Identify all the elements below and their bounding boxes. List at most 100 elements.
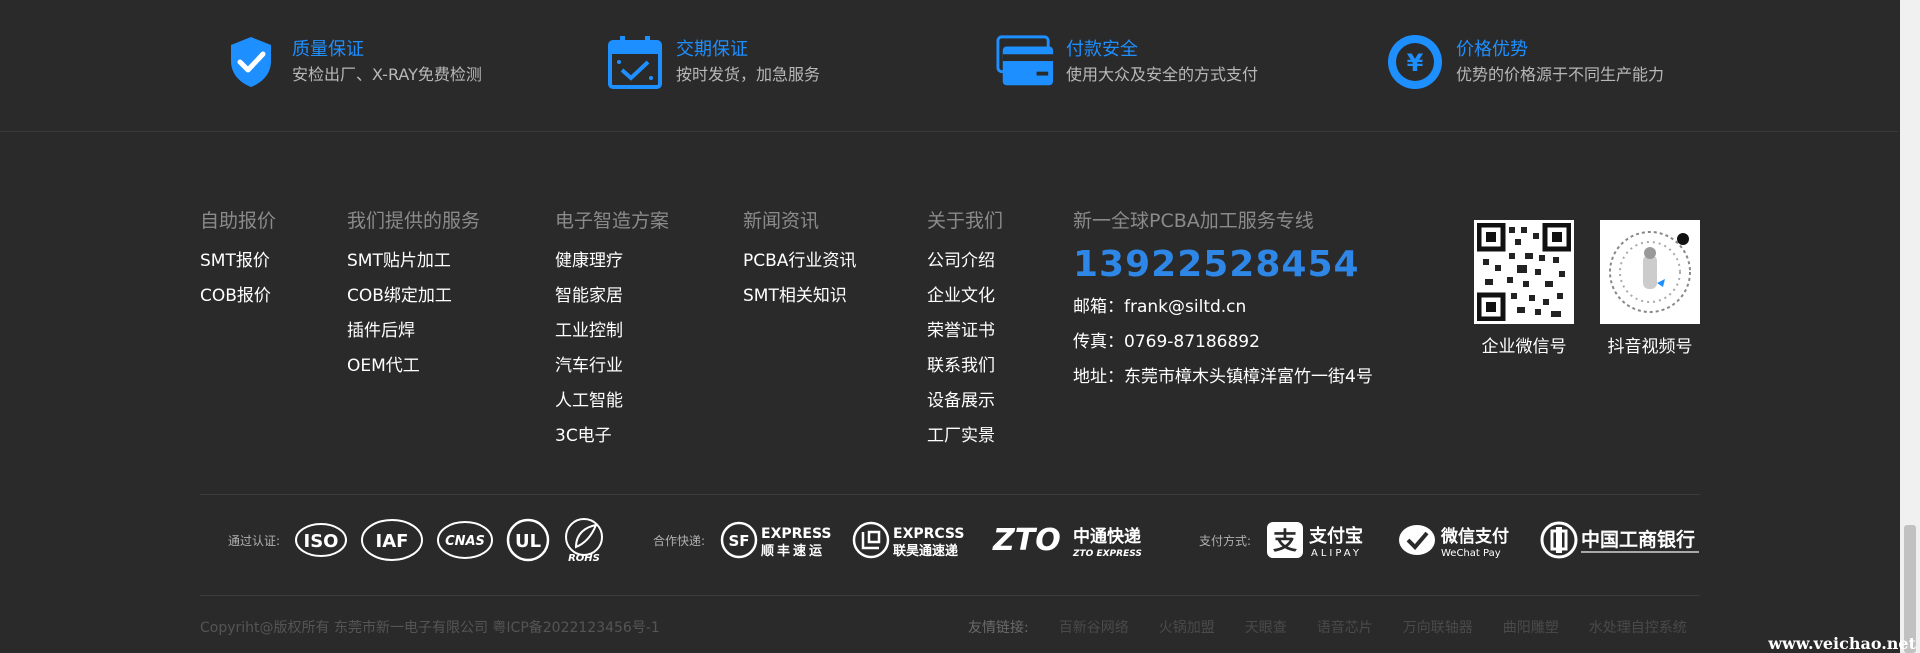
footer-link[interactable]: SMT相关知识 bbox=[743, 279, 856, 314]
friend-links: 友情链接: 百新谷网络 火锅加盟 天眼查 语音芯片 万向联轴器 曲阳雕塑 水处理… bbox=[968, 617, 1717, 637]
footer-link[interactable]: 联系我们 bbox=[927, 349, 1003, 384]
guarantee-title: 交期保证 bbox=[676, 39, 748, 60]
qr-code-icon bbox=[1600, 220, 1700, 324]
hotline-phone[interactable]: 13922528454 bbox=[1073, 240, 1373, 290]
lianhao-cn-text: 联昊通速递 bbox=[893, 543, 958, 559]
calendar-check-icon bbox=[606, 32, 664, 92]
guarantee-subtitle: 安检出厂、X-RAY免费检测 bbox=[292, 65, 482, 84]
express-row: 合作快递: SF EXPRESS 顺丰速运 EXPRCSS 联昊通速递 ZTO 中通快递… bbox=[653, 516, 1169, 564]
friend-link[interactable]: 万向联轴器 bbox=[1403, 617, 1473, 637]
footer-column-services: 我们提供的服务 SMT贴片加工 COB绑定加工 插件后焊 OEM代工 bbox=[347, 208, 480, 384]
wechat-qr: 企业微信号 bbox=[1474, 220, 1574, 357]
footer-link[interactable]: 健康理疗 bbox=[555, 244, 669, 279]
zto-text: ZTO bbox=[992, 523, 1061, 558]
ul-logo: UL bbox=[506, 517, 550, 563]
guarantee-title: 质量保证 bbox=[292, 39, 364, 60]
lianhaotong-logo: EXPRCSS 联昊通速递 bbox=[851, 517, 979, 563]
lianhao-express-text: EXPRCSS bbox=[893, 526, 964, 542]
footer-link[interactable]: 3C电子 bbox=[555, 419, 669, 454]
footer-column-solutions: 电子智造方案 健康理疗 智能家居 工业控制 汽车行业 人工智能 3C电子 bbox=[555, 208, 669, 454]
ul-text: UL bbox=[515, 531, 541, 552]
page-scrollbar[interactable] bbox=[1900, 0, 1920, 653]
rohs-text: ROHS bbox=[568, 553, 600, 563]
alipay-logo: 支支付宝 ALIPAY bbox=[1265, 517, 1385, 563]
guarantee-title: 付款安全 bbox=[1066, 39, 1138, 60]
column-heading: 电子智造方案 bbox=[555, 210, 670, 232]
column-heading: 新闻资讯 bbox=[743, 210, 820, 232]
guarantee-quality: 质量保证 安检出厂、X-RAY免费检测 bbox=[222, 32, 482, 92]
footer-link[interactable]: 设备展示 bbox=[927, 384, 1003, 419]
copyright-text: Copyriht@版权所有 东莞市新一电子有限公司 粤ICP备202212345… bbox=[200, 620, 660, 636]
icbc-logo: 中国工商银行 bbox=[1539, 517, 1709, 563]
footer-link[interactable]: 工业控制 bbox=[555, 314, 669, 349]
sf-cn-text: 顺丰速运 bbox=[761, 543, 825, 559]
contact-fax: 传真：0769-87186892 bbox=[1073, 332, 1260, 352]
iaf-logo: IAF bbox=[360, 517, 424, 563]
contact-address: 地址：东莞市樟木头镇樟洋富竹一街4号 bbox=[1073, 367, 1373, 387]
iaf-text: IAF bbox=[376, 531, 409, 552]
footer-link[interactable]: COB报价 bbox=[200, 279, 276, 314]
friend-link[interactable]: 水处理自控系统 bbox=[1589, 617, 1687, 637]
credit-card-icon bbox=[996, 32, 1054, 92]
wechat-cn-text: 微信支付 bbox=[1440, 526, 1509, 547]
column-heading: 关于我们 bbox=[927, 210, 1004, 232]
friend-links-label: 友情链接: bbox=[968, 620, 1029, 636]
footer-link[interactable]: 公司介绍 bbox=[927, 244, 1003, 279]
footer-column-news: 新闻资讯 PCBA行业资讯 SMT相关知识 bbox=[743, 208, 856, 314]
footer-link[interactable]: 智能家居 bbox=[555, 279, 669, 314]
footer-link[interactable]: 企业文化 bbox=[927, 279, 1003, 314]
icbc-cn-text: 中国工商银行 bbox=[1581, 528, 1695, 551]
footer-link[interactable]: SMT报价 bbox=[200, 244, 276, 279]
friend-link[interactable]: 曲阳雕塑 bbox=[1503, 617, 1559, 637]
footer-column-about: 关于我们 公司介绍 企业文化 荣誉证书 联系我们 设备展示 工厂实景 bbox=[927, 208, 1003, 454]
qr-label: 企业微信号 bbox=[1481, 337, 1567, 357]
yen-coin-icon: ¥ bbox=[1386, 32, 1444, 92]
payment-row: 支付方式: 支支付宝 ALIPAY 微信支付 WeChat Pay 中国工商银行 bbox=[1199, 516, 1721, 564]
sf-express-logo: SF EXPRESS 顺丰速运 bbox=[719, 517, 839, 563]
friend-link[interactable]: 火锅加盟 bbox=[1159, 617, 1215, 637]
certifications-row: 通过认证: ISO IAF CNAS UL ROHS bbox=[228, 516, 618, 564]
guarantee-subtitle: 按时发货，加急服务 bbox=[676, 65, 821, 84]
qr-label: 抖音视频号 bbox=[1607, 337, 1693, 357]
divider bbox=[200, 595, 1700, 596]
footer-link[interactable]: 荣誉证书 bbox=[927, 314, 1003, 349]
douyin-qr: 抖音视频号 bbox=[1600, 220, 1700, 357]
qr-code-icon bbox=[1474, 220, 1574, 324]
footer-link[interactable]: 人工智能 bbox=[555, 384, 669, 419]
footer-link[interactable]: 工厂实景 bbox=[927, 419, 1003, 454]
guarantee-title: 价格优势 bbox=[1456, 39, 1528, 60]
iso-text: ISO bbox=[304, 531, 339, 552]
zto-express-logo: ZTO 中通快递 ZTO EXPRESS bbox=[991, 517, 1157, 563]
payment-label: 支付方式: bbox=[1199, 533, 1252, 548]
cnas-text: CNAS bbox=[445, 534, 485, 549]
watermark: www.veichao.net bbox=[1768, 634, 1916, 653]
alipay-cn-text: 支付宝 bbox=[1308, 525, 1363, 547]
guarantee-bar: 质量保证 安检出厂、X-RAY免费检测 交期保证 按时发货，加急服务 付款安全 … bbox=[0, 0, 1898, 132]
footer-link[interactable]: COB绑定加工 bbox=[347, 279, 480, 314]
contact-block: 新一全球PCBA加工服务专线 13922528454 邮箱：frank@silt… bbox=[1073, 208, 1373, 395]
footer-column-quote: 自助报价 SMT报价 COB报价 bbox=[200, 208, 276, 314]
guarantee-subtitle: 使用大众及安全的方式支付 bbox=[1066, 65, 1259, 84]
footer-link[interactable]: 插件后焊 bbox=[347, 314, 480, 349]
wechat-en-text: WeChat Pay bbox=[1441, 548, 1501, 559]
friend-link[interactable]: 天眼查 bbox=[1245, 617, 1287, 637]
zto-cn-text: 中通快递 bbox=[1073, 526, 1141, 547]
friend-link[interactable]: 语音芯片 bbox=[1317, 617, 1373, 637]
iso-logo: ISO bbox=[294, 517, 348, 563]
footer-link[interactable]: SMT贴片加工 bbox=[347, 244, 480, 279]
cnas-logo: CNAS bbox=[436, 517, 494, 563]
cert-label: 通过认证: bbox=[228, 533, 281, 548]
friend-link[interactable]: 百新谷网络 bbox=[1059, 617, 1129, 637]
footer-link[interactable]: 汽车行业 bbox=[555, 349, 669, 384]
column-heading: 我们提供的服务 bbox=[347, 210, 481, 232]
express-label: 合作快递: bbox=[653, 533, 706, 548]
shield-check-icon bbox=[222, 32, 280, 92]
wechat-pay-logo: 微信支付 WeChat Pay bbox=[1397, 517, 1527, 563]
rohs-logo: ROHS bbox=[562, 517, 606, 563]
footer-link[interactable]: OEM代工 bbox=[347, 349, 480, 384]
contact-heading: 新一全球PCBA加工服务专线 bbox=[1073, 210, 1314, 232]
alipay-en-text: ALIPAY bbox=[1311, 548, 1362, 559]
contact-email[interactable]: 邮箱：frank@siltd.cn bbox=[1073, 290, 1373, 325]
svg-text:¥: ¥ bbox=[1407, 49, 1424, 77]
footer-link[interactable]: PCBA行业资讯 bbox=[743, 244, 856, 279]
